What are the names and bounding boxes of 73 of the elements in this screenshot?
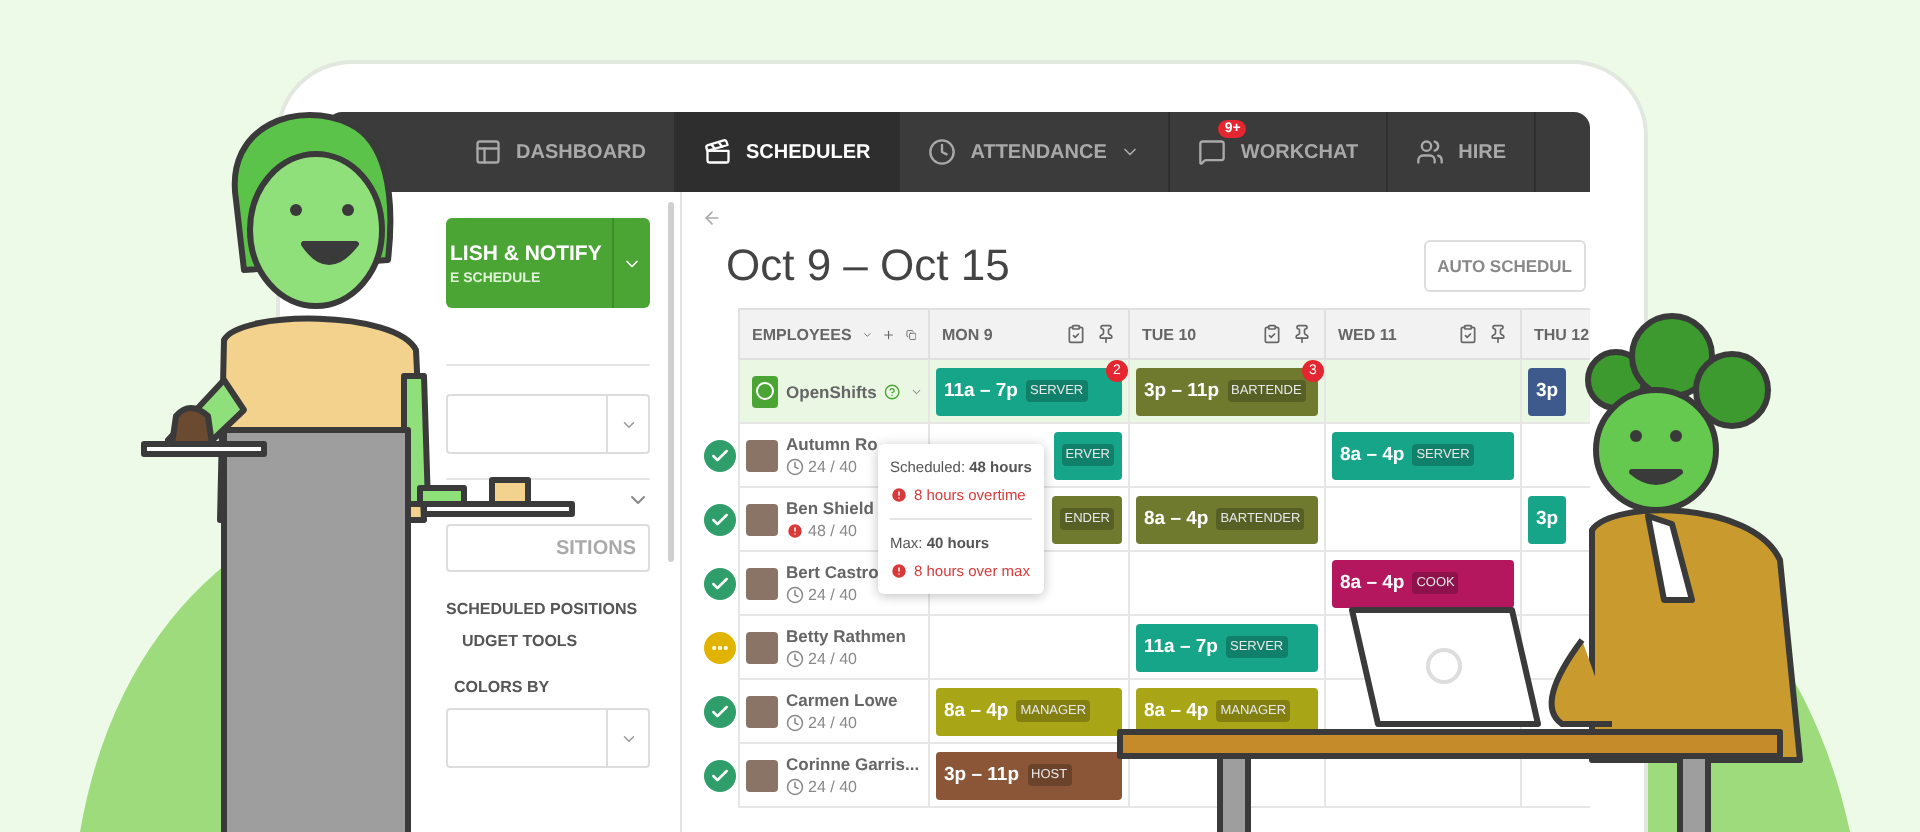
shift-time: 3p [1536, 380, 1559, 402]
clock-icon [786, 714, 804, 732]
avatar-placeholder [746, 567, 778, 599]
shift-block[interactable]: 3p [1528, 495, 1567, 543]
hours-text: 24 / 40 [786, 714, 898, 732]
shift-time: 8a – 4p [1144, 508, 1209, 530]
shift-time: 3p [1536, 508, 1559, 530]
clapperboard-icon [704, 138, 732, 166]
avatar-placeholder [746, 503, 778, 535]
dashboard-icon [474, 138, 502, 166]
day-header: TUE 10 [1142, 325, 1199, 343]
pin-icon[interactable] [1096, 324, 1116, 344]
chat-icon [1198, 138, 1227, 166]
employee-name[interactable]: Ben Shield [786, 498, 874, 518]
avatar-placeholder [746, 439, 778, 471]
open-shifts-label: OpenShifts [786, 381, 877, 401]
hours-text: 24 / 40 [786, 458, 878, 476]
clock-icon [786, 650, 804, 668]
hours-text: 24 / 40 [786, 650, 906, 668]
employee-name[interactable]: Corinne Garris... [786, 754, 920, 774]
alert-icon [786, 522, 804, 540]
clock-icon [786, 458, 804, 476]
auto-schedule-button[interactable]: AUTO SCHEDUL [1423, 240, 1586, 292]
option-label[interactable]: SCHEDULED POSITIONS [446, 600, 650, 618]
pin-icon[interactable] [1488, 324, 1508, 344]
clipboard-check-icon[interactable] [1066, 324, 1086, 344]
employee-name[interactable]: Betty Rathmen [786, 626, 906, 646]
shift-time: 8a – 4p [944, 700, 1009, 722]
clock-icon [786, 586, 804, 604]
shift-time: 3p – 11p [1144, 380, 1219, 402]
clock-icon [928, 138, 957, 166]
publish-label: LISH & NOTIFY [450, 241, 604, 265]
shift-time: 8a – 4p [1144, 700, 1209, 722]
day-header: MON 9 [942, 325, 995, 343]
clipboard-check-icon[interactable] [1458, 324, 1478, 344]
employee-name[interactable]: Autumn Ro [786, 434, 878, 454]
column-header: EMPLOYEES [752, 325, 852, 343]
avatar-placeholder [746, 631, 778, 663]
shift-time: 11a – 7p [1144, 636, 1218, 658]
employee-name[interactable]: Carmen Lowe [786, 690, 898, 710]
nav-tab[interactable]: ATTENDANCE [900, 112, 1171, 192]
alert-icon [890, 562, 908, 580]
shift-time: 8a – 4p [1340, 444, 1405, 466]
week-title: Oct 9 – Oct 15 [726, 240, 1010, 292]
hours-text: 48 / 40 [786, 522, 874, 540]
section-label: COLORS BY [454, 678, 552, 696]
day-header: WED 11 [1338, 325, 1399, 343]
employee-name[interactable]: Bert Castro [786, 562, 879, 582]
tray-drawing [141, 405, 267, 457]
pin-icon[interactable] [1292, 324, 1312, 344]
hours-text: 24 / 40 [786, 778, 920, 796]
shift-time: 8a – 4p [1340, 572, 1405, 594]
dropdown-field[interactable] [446, 708, 650, 768]
shift-time: 3p – 11p [944, 764, 1019, 786]
clock-icon [786, 778, 804, 796]
back-arrow-icon[interactable] [702, 208, 722, 228]
day-header: THU 12 [1534, 325, 1590, 343]
alert-icon [890, 486, 908, 504]
clipboard-check-icon[interactable] [1262, 324, 1282, 344]
help-icon[interactable] [884, 381, 901, 401]
shift-block[interactable]: 3p [1528, 367, 1567, 415]
scrollbar[interactable] [668, 202, 674, 562]
nav-tab[interactable]: SCHEDULER [676, 112, 901, 192]
dropdown-field[interactable] [446, 394, 650, 454]
nav-tab[interactable]: HIRE [1388, 112, 1536, 192]
ring-icon [752, 375, 779, 407]
avatar-placeholder [746, 759, 778, 791]
people-icon [1416, 138, 1445, 166]
option-label[interactable]: UDGET TOOLS [462, 632, 650, 650]
shift-time: 11a – 7p [944, 380, 1018, 402]
hours-text: 24 / 40 [786, 586, 879, 604]
copy-icon[interactable] [905, 325, 917, 343]
avatar-placeholder [746, 695, 778, 727]
